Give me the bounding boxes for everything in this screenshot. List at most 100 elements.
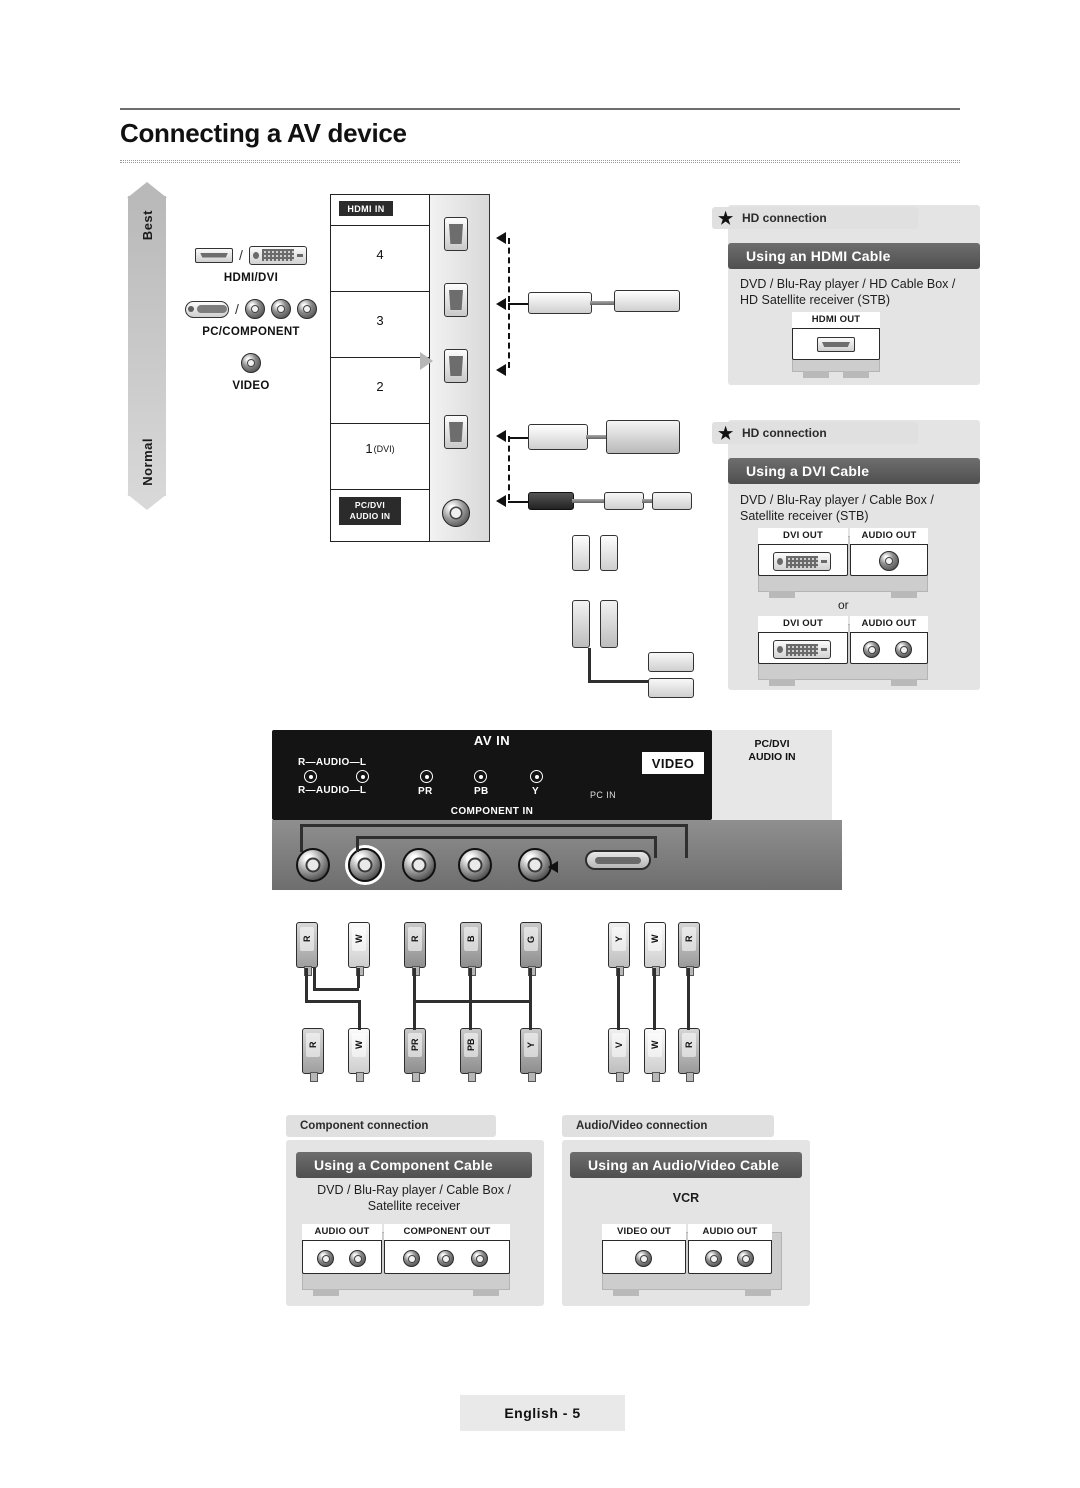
- plug-label-av-top-1: Y: [612, 927, 626, 951]
- rca-wire-down-1: [588, 648, 591, 682]
- component-connection-badge: Component connection: [286, 1115, 496, 1137]
- dvi-heading: Using a DVI Cable: [728, 458, 980, 484]
- plug-label-comp-top-4: B: [464, 927, 478, 951]
- route-wire-mid-right: [654, 836, 657, 858]
- audio-out-jack-icon-bottom-l: [863, 641, 880, 658]
- hdmi-out-label: HDMI OUT: [792, 312, 880, 329]
- tv-side-panel-ports: [430, 194, 490, 542]
- dashed-link-hdmi-lower: [508, 304, 510, 368]
- av-hole-pb: [474, 770, 487, 783]
- component-audio-out-card: AUDIO OUT: [302, 1224, 382, 1274]
- av-in-title: AV IN: [473, 733, 511, 748]
- page-title: Connecting a AV device: [120, 118, 407, 148]
- hdmi-description: DVD / Blu-Ray player / HD Cable Box / HD…: [740, 277, 956, 307]
- plug-av-top-3: R: [678, 922, 700, 976]
- dashed-link-dvi-audio: [508, 436, 510, 500]
- component-audio-out-label: AUDIO OUT: [302, 1224, 382, 1241]
- component-out-jack-pr: [403, 1250, 420, 1267]
- pc-dvi-audio-in-label: PC/DVI AUDIO IN: [748, 738, 796, 763]
- tv-jack-pb: [458, 848, 492, 882]
- component-out-label: COMPONENT OUT: [384, 1224, 510, 1241]
- arrow-into-audio-in: [496, 495, 506, 507]
- plug-label-av-bot-2: W: [648, 1033, 662, 1057]
- route-wire-mid: [356, 836, 656, 839]
- rca-wire-across: [588, 680, 650, 683]
- plug-comp-bot-2: W: [348, 1028, 370, 1082]
- component-channel-y: Y: [532, 786, 539, 797]
- hdmi-heading: Using an HDMI Cable: [728, 243, 980, 269]
- plug-label-av-bot-3: R: [682, 1033, 696, 1057]
- audio-out-jack-icon-top: [879, 551, 899, 571]
- plug-av-top-1: Y: [608, 922, 630, 976]
- av-in-panel: AV IN R—AUDIO—L R—AUDIO—L VIDEO COMPONEN…: [272, 730, 712, 820]
- hd-connection-badge-hdmi: ★ HD connection: [712, 207, 918, 229]
- av-audio-out-card: AUDIO OUT: [688, 1224, 772, 1274]
- manual-page: Connecting a AV device Best Normal / HDM…: [0, 0, 1080, 1488]
- plug-comp-bot-4: PB: [460, 1028, 482, 1082]
- audio-out-label-top: AUDIO OUT: [850, 528, 928, 545]
- plug-comp-top-1: R: [296, 922, 318, 976]
- pc-in-label: PC IN: [590, 790, 617, 800]
- splitter-plug-right: [600, 535, 618, 571]
- plug-comp-bot-1: R: [302, 1028, 324, 1082]
- arrow-into-hdmi-4: [496, 232, 506, 244]
- component-out-card: COMPONENT OUT: [384, 1224, 510, 1274]
- av-video-out-jack: [635, 1250, 652, 1267]
- connector-legend: / HDMI/DVI / PC/COMPONENT VIDEO: [176, 240, 326, 402]
- rca-jack-icon-1: [244, 299, 265, 319]
- legend-label-pc-component: PC/COMPONENT: [202, 326, 300, 338]
- plug-label-comp-top-3: R: [408, 927, 422, 951]
- plug-av-bot-3: R: [678, 1028, 700, 1082]
- av-video-out-label: VIDEO OUT: [602, 1224, 686, 1241]
- plug-label-comp-top-5: G: [524, 927, 538, 951]
- av-row2-label: R—AUDIO—L: [298, 785, 367, 796]
- rca-jack-icon-2: [270, 299, 291, 319]
- dvi-plug-right: [606, 420, 680, 454]
- legend-row-hdmi-dvi: /: [176, 240, 326, 270]
- dvi-description: DVD / Blu-Ray player / Cable Box / Satel…: [740, 493, 934, 523]
- component-in-label: COMPONENT IN: [450, 806, 534, 817]
- plug-comp-top-2: W: [348, 922, 370, 976]
- route-wire-right: [685, 824, 688, 858]
- av-hole-audio-l: [356, 770, 369, 783]
- footer-strip: [0, 1395, 460, 1431]
- av-hole-y: [530, 770, 543, 783]
- audio-plug-mini: [528, 492, 574, 510]
- star-icon-dvi: ★: [718, 424, 734, 443]
- hdmi-port-1-suffix: (DVI): [373, 443, 395, 454]
- plug-comp-top-3: R: [404, 922, 426, 976]
- av-heading: Using an Audio/Video Cable: [570, 1152, 802, 1178]
- dvi-plug-left: [528, 424, 588, 450]
- dvi-out-port-card-top: DVI OUT: [758, 528, 848, 576]
- audio-out-label-bottom: AUDIO OUT: [850, 616, 928, 633]
- tv-jack-pr: [402, 848, 436, 882]
- dvi-out-connector-icon-bottom: [773, 640, 831, 659]
- plug-comp-top-4: B: [460, 922, 482, 976]
- pc-dvi-audio-jack: [442, 499, 470, 527]
- plug-label-comp-bot-2: W: [352, 1033, 366, 1057]
- title-rule-top: [120, 108, 960, 110]
- hdmi-port-number-4: 4: [376, 247, 384, 262]
- hdmi-in-badge: HDMI IN: [339, 201, 393, 216]
- plug-comp-bot-5: Y: [520, 1028, 542, 1082]
- selector-triangle-icon: [420, 352, 433, 370]
- dvi-out-label-top: DVI OUT: [758, 528, 848, 545]
- hdmi-jack-3: [444, 283, 468, 317]
- hd-connection-badge-dvi: ★ HD connection: [712, 422, 918, 444]
- pc-dvi-audio-in-badge: PC/DVI AUDIO IN: [339, 497, 401, 525]
- av-video-out-card: VIDEO OUT: [602, 1224, 686, 1274]
- pc-in-port: [585, 850, 651, 870]
- hdmi-out-connector-icon: [817, 337, 855, 352]
- tv-jack-audio-r: [296, 848, 330, 882]
- rca-body-red: [600, 600, 618, 648]
- tv-side-panel: HDMI IN 4 3 2 1 (DVI) PC/DVI AUDIO IN: [330, 194, 430, 542]
- audio-cable-lead: [508, 501, 530, 503]
- page-footer: English - 5: [460, 1395, 625, 1431]
- pc-dvi-line1: PC/DVI: [354, 500, 386, 510]
- plug-label-av-top-3: R: [682, 927, 696, 951]
- title-rule-bottom: [120, 160, 960, 163]
- av-hole-pr: [420, 770, 433, 783]
- dvi-out-port-card-bottom: DVI OUT: [758, 616, 848, 664]
- plug-comp-top-5: G: [520, 922, 542, 976]
- hd-connection-text-hdmi: HD connection: [742, 211, 827, 225]
